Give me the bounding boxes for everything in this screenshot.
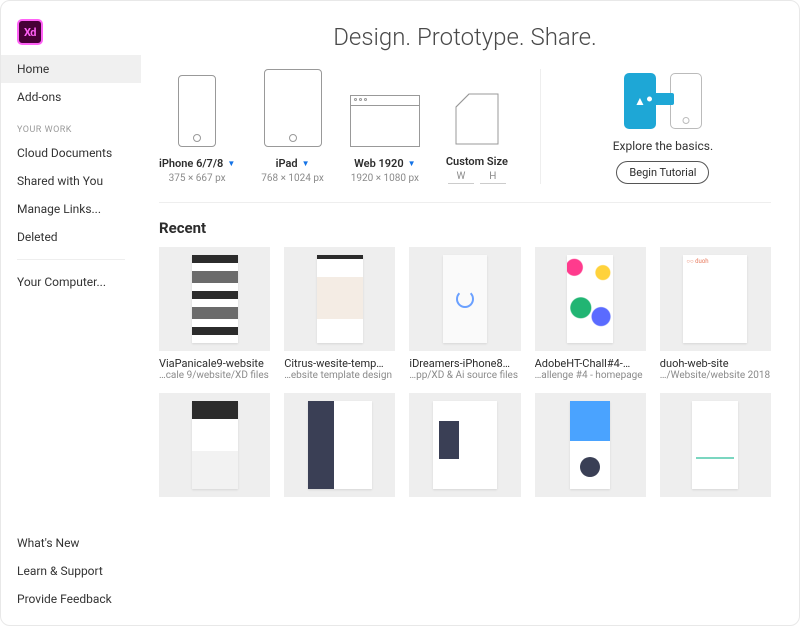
nav-home[interactable]: Home xyxy=(1,55,141,83)
preset-label: Web 1920 xyxy=(354,157,403,170)
app-window: Xd Home Add-ons YOUR WORK Cloud Document… xyxy=(0,0,800,626)
nav-addons[interactable]: Add-ons xyxy=(1,83,141,111)
tutorial-title: Explore the basics. xyxy=(613,139,713,153)
recent-grid: ViaPanicale9-website …cale 9/website/XD … xyxy=(159,247,771,497)
recent-thumbnail xyxy=(284,247,395,351)
recent-name: duoh-web-site xyxy=(660,357,771,370)
headline: Design. Prototype. Share. xyxy=(159,23,771,51)
recent-name: ViaPanicale9-website xyxy=(159,357,270,370)
preset-dims: 768 × 1024 px xyxy=(261,173,324,184)
preset-label: Custom Size xyxy=(446,155,508,168)
recent-thumbnail xyxy=(284,393,395,497)
nav-whats-new[interactable]: What's New xyxy=(1,529,141,557)
chevron-down-icon[interactable]: ▼ xyxy=(408,159,416,168)
preset-iphone[interactable]: iPhone 6/7/8 ▼ 375 × 667 px xyxy=(159,75,235,184)
preset-web[interactable]: Web 1920 ▼ 1920 × 1080 px xyxy=(350,95,420,184)
recent-item[interactable] xyxy=(535,393,646,497)
tutorial-graphic xyxy=(624,73,702,129)
recent-thumbnail xyxy=(535,393,646,497)
browser-icon xyxy=(350,95,420,147)
recent-name: AdobeHT-Chall#4-… xyxy=(535,357,646,370)
tablet-icon xyxy=(264,69,322,147)
recent-path: …/Website/website 2018 xyxy=(660,370,771,381)
recent-name: Citrus-wesite-temp… xyxy=(284,357,395,370)
nav-divider xyxy=(17,259,125,260)
tutorial-phone-white-icon xyxy=(670,73,702,129)
artboard-presets: iPhone 6/7/8 ▼ 375 × 667 px iPad ▼ 768 ×… xyxy=(159,69,526,184)
nav-manage-links[interactable]: Manage Links... xyxy=(1,195,141,223)
custom-height-input[interactable]: H xyxy=(480,171,506,184)
presets-row: iPhone 6/7/8 ▼ 375 × 667 px iPad ▼ 768 ×… xyxy=(159,69,771,203)
preset-dims: 1920 × 1080 px xyxy=(351,173,419,184)
custom-size-icon xyxy=(455,93,499,145)
recent-thumbnail xyxy=(409,393,520,497)
recent-item[interactable] xyxy=(660,393,771,497)
sidebar: Xd Home Add-ons YOUR WORK Cloud Document… xyxy=(1,1,141,625)
nav-learn-support[interactable]: Learn & Support xyxy=(1,557,141,585)
recent-item[interactable]: iDreamers-iPhone8… …pp/XD & Ai source fi… xyxy=(409,247,520,381)
preset-label: iPad xyxy=(276,157,298,170)
recent-item[interactable] xyxy=(284,393,395,497)
chevron-down-icon[interactable]: ▼ xyxy=(227,159,235,168)
recent-item[interactable] xyxy=(409,393,520,497)
recent-path: …cale 9/website/XD files xyxy=(159,370,270,381)
phone-icon xyxy=(178,75,216,147)
recent-thumbnail xyxy=(660,393,771,497)
begin-tutorial-button[interactable]: Begin Tutorial xyxy=(616,161,709,184)
tutorial-panel: Explore the basics. Begin Tutorial xyxy=(555,69,771,184)
recent-thumbnail xyxy=(535,247,646,351)
tutorial-link-icon xyxy=(652,93,674,105)
recent-heading: Recent xyxy=(159,219,771,237)
nav-shared-with-you[interactable]: Shared with You xyxy=(1,167,141,195)
recent-path: …allenge #4 - homepage xyxy=(535,370,646,381)
recent-item[interactable]: ViaPanicale9-website …cale 9/website/XD … xyxy=(159,247,270,381)
nav-cloud-documents[interactable]: Cloud Documents xyxy=(1,139,141,167)
recent-thumbnail xyxy=(159,393,270,497)
nav-your-computer[interactable]: Your Computer... xyxy=(1,268,141,296)
recent-item[interactable]: duoh-web-site …/Website/website 2018 xyxy=(660,247,771,381)
preset-label: iPhone 6/7/8 xyxy=(159,157,223,170)
preset-dims: 375 × 667 px xyxy=(169,173,226,184)
main-content: Design. Prototype. Share. iPhone 6/7/8 ▼… xyxy=(141,1,799,625)
nav-section-your-work: YOUR WORK xyxy=(1,111,141,139)
recent-thumbnail xyxy=(159,247,270,351)
recent-item[interactable]: AdobeHT-Chall#4-… …allenge #4 - homepage xyxy=(535,247,646,381)
nav-deleted[interactable]: Deleted xyxy=(1,223,141,251)
recent-thumbnail xyxy=(409,247,520,351)
recent-path: …pp/XD & Ai source files xyxy=(409,370,520,381)
recent-name: iDreamers-iPhone8… xyxy=(409,357,520,370)
custom-width-input[interactable]: W xyxy=(448,171,474,184)
recent-item[interactable]: Citrus-wesite-temp… …ebsite template des… xyxy=(284,247,395,381)
nav-provide-feedback[interactable]: Provide Feedback xyxy=(1,585,141,613)
recent-path: …ebsite template design xyxy=(284,370,395,381)
preset-ipad[interactable]: iPad ▼ 768 × 1024 px xyxy=(261,69,324,184)
chevron-down-icon[interactable]: ▼ xyxy=(302,159,310,168)
vertical-separator xyxy=(540,69,541,184)
recent-thumbnail xyxy=(660,247,771,351)
recent-item[interactable] xyxy=(159,393,270,497)
preset-custom[interactable]: Custom Size W H xyxy=(446,93,508,184)
app-logo: Xd xyxy=(17,19,43,45)
